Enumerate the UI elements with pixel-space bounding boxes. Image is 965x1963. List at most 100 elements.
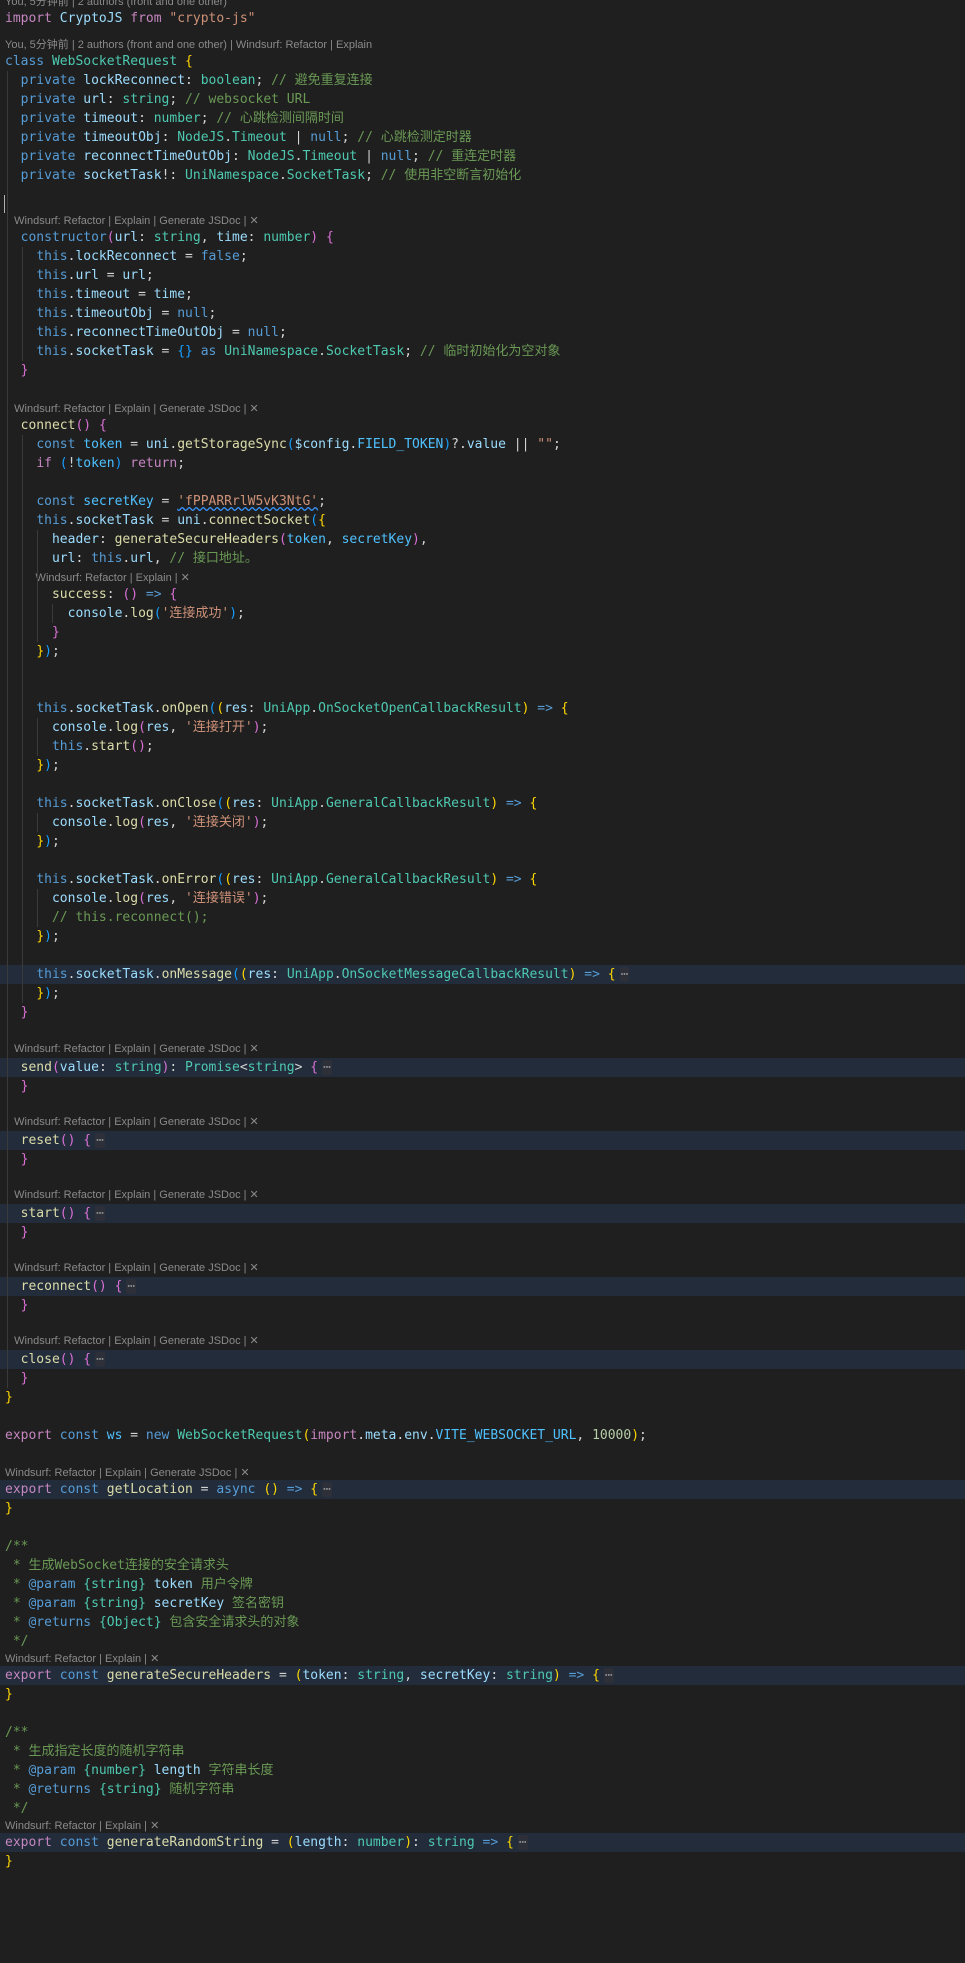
code-token: reconnectTimeOutObj	[75, 325, 225, 340]
code-token: WebSocketRequest	[177, 1428, 303, 1443]
codelens-actions[interactable]: Windsurf: Refactor | Explain | ✕	[0, 1652, 965, 1666]
code-line: });	[0, 984, 965, 1003]
code-token: res	[224, 701, 248, 716]
code-token: {	[325, 230, 334, 245]
codelens-text[interactable]: Windsurf: Refactor | Explain | Generate …	[5, 1335, 259, 1347]
code-token: =>	[505, 872, 522, 887]
code-token: ()	[130, 739, 146, 754]
codelens-text[interactable]: Windsurf: Refactor | Explain | ✕	[5, 1820, 159, 1832]
code-token: }	[36, 986, 45, 1001]
code-line: header: generateSecureHeaders(token, sec…	[0, 530, 965, 549]
codelens-actions[interactable]: Windsurf: Refactor | Explain | Generate …	[0, 1334, 965, 1348]
code-token: /**	[5, 1725, 29, 1740]
code-token: timeoutObj	[75, 306, 154, 321]
code-token: // 接口地址。	[169, 551, 258, 566]
fold-ellipsis-icon[interactable]: ⋯	[126, 1279, 137, 1294]
fold-ellipsis-icon[interactable]: ⋯	[322, 1482, 332, 1497]
code-token: ,	[404, 1668, 420, 1683]
fold-ellipsis-icon[interactable]: ⋯	[95, 1352, 105, 1367]
fold-ellipsis-icon[interactable]: ⋯	[603, 1668, 614, 1683]
codelens-actions[interactable]: Windsurf: Refactor | Explain | Generate …	[0, 1115, 965, 1129]
code-token: .	[318, 872, 326, 887]
code-line: * @param {number} length 字符串长度	[0, 1761, 965, 1780]
codelens-text[interactable]: Windsurf: Refactor | Explain | ✕	[5, 572, 190, 584]
codelens-text[interactable]: Windsurf: Refactor | Explain | Generate …	[5, 1116, 259, 1128]
code-token: socketTask	[75, 967, 154, 982]
codelens-actions[interactable]: Windsurf: Refactor | Explain | Generate …	[0, 1042, 965, 1056]
code-token: )	[44, 834, 52, 849]
code-token: socketTask	[75, 513, 154, 528]
fold-ellipsis-icon[interactable]: ⋯	[322, 1060, 332, 1075]
code-token: (	[138, 815, 146, 830]
codelens-text[interactable]: You, 5分钟前 | 2 authors (front and one oth…	[5, 39, 372, 51]
code-token: '连接关闭'	[185, 815, 253, 830]
code-token: this	[36, 306, 68, 321]
codelens-text[interactable]: Windsurf: Refactor | Explain | Generate …	[5, 1262, 259, 1274]
codelens-text[interactable]: Windsurf: Refactor | Explain | Generate …	[5, 1043, 259, 1055]
code-token: 'fPPARRrlW5vK3NtG'	[177, 494, 319, 509]
code-token: .	[318, 344, 326, 359]
code-line: }	[0, 1296, 965, 1315]
code-token: )	[44, 986, 52, 1001]
code-token: secretKey	[153, 1596, 225, 1611]
fold-ellipsis-icon[interactable]: ⋯	[95, 1206, 105, 1221]
codelens-actions[interactable]: Windsurf: Refactor | Explain | Generate …	[0, 1188, 965, 1202]
fold-ellipsis-icon[interactable]: ⋯	[95, 1133, 105, 1148]
code-token: (	[138, 720, 146, 735]
code-token: string	[427, 1835, 475, 1850]
code-token: ;	[255, 73, 272, 88]
code-token: :	[138, 230, 154, 245]
code-token: $config	[294, 437, 350, 452]
codelens-actions[interactable]: Windsurf: Refactor | Explain | Generate …	[0, 1466, 965, 1480]
code-line: reset() {⋯	[0, 1131, 965, 1150]
code-editor[interactable]: You, 5分钟前 | 2 authors (front and one oth…	[0, 0, 965, 1963]
code-token: }	[5, 1854, 13, 1869]
code-token: (	[153, 606, 162, 621]
code-token: =	[122, 437, 146, 452]
code-line: console.log(res, '连接打开');	[0, 718, 965, 737]
codelens-actions[interactable]: Windsurf: Refactor | Explain | Generate …	[0, 214, 965, 228]
codelens-actions[interactable]: You, 5分钟前 | 2 authors (front and one oth…	[0, 38, 965, 52]
codelens-actions[interactable]: You, 5分钟前 | 2 authors (front and one oth…	[0, 0, 965, 9]
code-token: private	[20, 149, 76, 164]
code-token: VITE_WEBSOCKET_URL	[435, 1428, 577, 1443]
code-token: *	[5, 1577, 29, 1592]
code-line: });	[0, 832, 965, 851]
code-line: this.socketTask.onMessage((res: UniApp.O…	[0, 965, 965, 984]
code-token: res	[145, 720, 170, 735]
code-line: constructor(url: string, time: number) {	[0, 228, 965, 247]
code-token: * 生成WebSocket连接的安全请求头	[5, 1558, 229, 1573]
code-token: .	[106, 720, 115, 735]
fold-ellipsis-icon[interactable]: ⋯	[619, 967, 630, 982]
codelens-text[interactable]: Windsurf: Refactor | Explain | Generate …	[5, 403, 259, 415]
code-token: {	[529, 872, 538, 887]
codelens-actions[interactable]: Windsurf: Refactor | Explain | ✕	[0, 1819, 965, 1833]
codelens-text[interactable]: Windsurf: Refactor | Explain | ✕	[5, 1653, 159, 1665]
code-token: ()	[122, 587, 139, 602]
code-token: *	[5, 1615, 29, 1630]
code-token: ,	[200, 230, 217, 245]
code-line: send(value: string): Promise<string> {⋯	[0, 1058, 965, 1077]
code-token: generateSecureHeaders	[106, 1668, 272, 1683]
code-token: Promise	[185, 1060, 240, 1075]
codelens-actions[interactable]: Windsurf: Refactor | Explain | Generate …	[0, 402, 965, 416]
code-token: uni	[177, 513, 201, 528]
code-token: import	[5, 11, 52, 26]
codelens-text[interactable]: Windsurf: Refactor | Explain | Generate …	[5, 1467, 250, 1479]
codelens-actions[interactable]: Windsurf: Refactor | Explain | ✕	[0, 571, 965, 585]
code-token: @param	[28, 1763, 76, 1778]
code-line: }	[0, 1852, 965, 1871]
code-token: =	[177, 249, 201, 264]
codelens-text[interactable]: You, 5分钟前 | 2 authors (front and one oth…	[5, 0, 227, 8]
fold-ellipsis-icon[interactable]: ⋯	[517, 1835, 528, 1850]
codelens-text[interactable]: Windsurf: Refactor | Explain | Generate …	[5, 1189, 259, 1201]
codelens-actions[interactable]: Windsurf: Refactor | Explain | Generate …	[0, 1261, 965, 1275]
code-token: =	[122, 1428, 146, 1443]
codelens-text[interactable]: Windsurf: Refactor | Explain | Generate …	[5, 215, 259, 227]
